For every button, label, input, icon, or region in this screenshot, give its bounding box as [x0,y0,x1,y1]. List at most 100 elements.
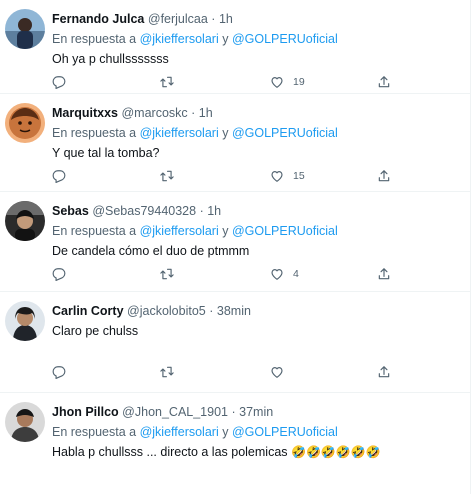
user-handle[interactable]: @jackolobito5 [127,304,206,318]
retweet-icon [160,268,174,280]
share-icon [378,170,390,182]
timestamp[interactable]: 1h [219,12,233,26]
user-handle[interactable]: @ferjulcaa [148,12,208,26]
timestamp[interactable]: 37min [239,405,273,419]
avatar[interactable] [5,201,45,241]
tweet[interactable]: Carlin Corty @jackolobito5 · 38min Claro… [0,292,470,393]
avatar[interactable] [5,402,45,442]
retweet-button[interactable] [160,167,183,185]
reply-context: En respuesta a @jkieffersolari y @GOLPER… [52,125,338,141]
separator-dot: · [199,204,204,218]
display-name[interactable]: Jhon Pillco [52,405,119,419]
retweet-button[interactable] [160,363,183,381]
reply-icon [52,268,66,281]
reply-context: En respuesta a @jkieffersolari y @GOLPER… [52,31,338,47]
mention-link[interactable]: @jkieffersolari [140,32,219,46]
avatar[interactable] [5,301,45,341]
avatar-image [5,103,45,143]
display-name[interactable]: Sebas [52,204,89,218]
retweet-button[interactable] [160,73,183,91]
user-handle[interactable]: @marcoskc [121,106,187,120]
reply-prefix: En respuesta a [52,224,137,238]
tweet-text: De candela cómo el duo de ptmmm [52,244,250,258]
tweet-text: Claro pe chulss [52,324,139,338]
like-count: 4 [293,268,299,280]
replies-timeline: Fernando Julca @ferjulcaa · 1h En respue… [0,0,471,494]
reply-context: En respuesta a @jkieffersolari y @GOLPER… [52,223,338,239]
tweet-text: Y que tal la tomba? [52,146,160,160]
reply-icon [52,366,66,379]
display-name[interactable]: Fernando Julca [52,12,144,26]
timestamp[interactable]: 1h [207,204,221,218]
avatar[interactable] [5,9,45,49]
retweet-button[interactable] [160,265,183,283]
reply-button[interactable] [52,167,75,185]
share-button[interactable] [377,265,391,283]
timestamp[interactable]: 38min [217,304,251,318]
like-icon [271,367,283,378]
avatar[interactable] [5,103,45,143]
retweet-icon [160,170,174,182]
mention-link[interactable]: @jkieffersolari [140,224,219,238]
reply-context: En respuesta a @jkieffersolari y @GOLPER… [52,424,338,440]
like-button[interactable]: 19 [270,73,305,91]
mention-link[interactable]: @GOLPERUoficial [232,32,338,46]
reply-prefix: En respuesta a [52,32,137,46]
reply-button[interactable] [52,73,75,91]
avatar-image [5,9,45,49]
share-icon [378,268,390,280]
tweet-header: Sebas @Sebas79440328 · 1h [52,203,221,219]
mention-link[interactable]: @GOLPERUoficial [232,425,338,439]
separator-dot: · [209,304,214,318]
share-button[interactable] [377,167,391,185]
like-button[interactable] [270,363,293,381]
user-handle[interactable]: @Jhon_CAL_1901 [122,405,228,419]
timestamp[interactable]: 1h [199,106,213,120]
separator-dot: · [191,106,196,120]
like-count: 15 [293,170,305,182]
share-button[interactable] [377,73,391,91]
like-icon [271,269,283,280]
tweet[interactable]: Fernando Julca @ferjulcaa · 1h En respue… [0,0,470,94]
tweet[interactable]: Sebas @Sebas79440328 · 1h En respuesta a… [0,192,470,292]
like-icon [271,171,283,182]
tweet-header: Fernando Julca @ferjulcaa · 1h [52,11,233,27]
reply-join: y [222,224,229,238]
share-icon [378,366,390,378]
user-handle[interactable]: @Sebas79440328 [92,204,196,218]
laughing-emoji-group: 🤣🤣🤣🤣🤣🤣 [291,445,381,459]
like-icon [271,77,283,88]
tweet-actions: 4 [52,265,402,283]
reply-icon [52,170,66,183]
tweet-header: Jhon Pillco @Jhon_CAL_1901 · 37min [52,404,273,420]
avatar-image [5,201,45,241]
tweet-actions: 19 [52,73,402,91]
mention-link[interactable]: @jkieffersolari [140,126,219,140]
display-name[interactable]: Carlin Corty [52,304,124,318]
tweet-header: Carlin Corty @jackolobito5 · 38min [52,303,251,319]
retweet-icon [160,76,174,88]
avatar-image [5,301,45,341]
reply-prefix: En respuesta a [52,126,137,140]
mention-link[interactable]: @GOLPERUoficial [232,224,338,238]
tweet-actions: 15 [52,167,402,185]
tweet[interactable]: Marquitxxs @marcoskc · 1h En respuesta a… [0,94,470,192]
mention-link[interactable]: @GOLPERUoficial [232,126,338,140]
avatar-image [5,402,45,442]
reply-join: y [222,126,229,140]
tweet[interactable]: Jhon Pillco @Jhon_CAL_1901 · 37min En re… [0,393,470,494]
share-button[interactable] [377,363,391,381]
tweet-header: Marquitxxs @marcoskc · 1h [52,105,213,121]
like-button[interactable]: 4 [270,265,299,283]
reply-icon [52,76,66,89]
reply-join: y [222,425,229,439]
like-button[interactable]: 15 [270,167,305,185]
mention-link[interactable]: @jkieffersolari [140,425,219,439]
share-icon [378,76,390,88]
display-name[interactable]: Marquitxxs [52,106,118,120]
reply-button[interactable] [52,265,75,283]
reply-button[interactable] [52,363,75,381]
separator-dot: · [231,405,236,419]
tweet-text-body: Habla p chullsss ... directo a las polem… [52,445,288,459]
retweet-icon [160,366,174,378]
